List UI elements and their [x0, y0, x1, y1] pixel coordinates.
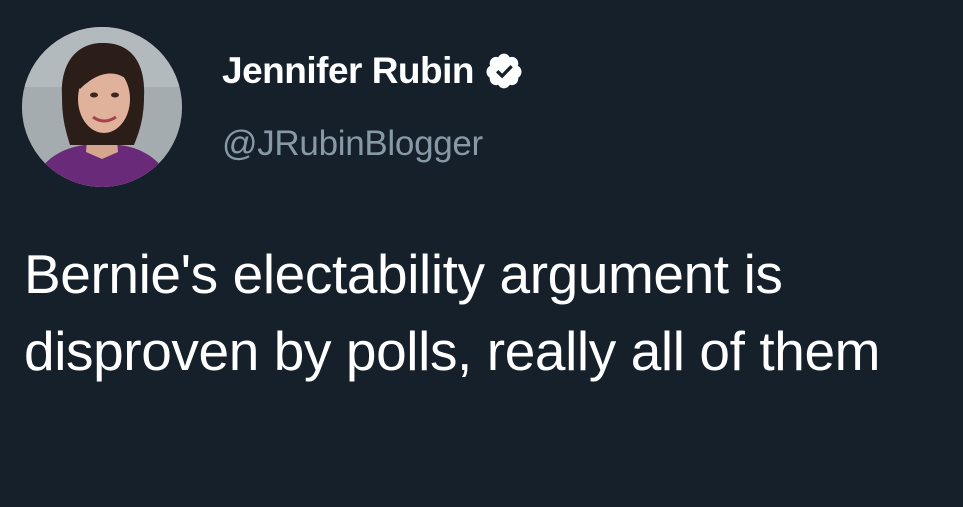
tweet-text: Bernie's electability argument is dispro… — [24, 243, 881, 382]
author-row: Jennifer Rubin — [222, 50, 524, 92]
tweet-card: Jennifer Rubin @JRubinBlogger Bernie's e… — [0, 0, 963, 507]
author-name[interactable]: Jennifer Rubin — [222, 50, 475, 92]
avatar[interactable] — [22, 27, 182, 187]
verified-badge-icon — [484, 51, 524, 91]
author-handle[interactable]: @JRubinBlogger — [222, 124, 483, 164]
profile-photo — [22, 27, 182, 187]
